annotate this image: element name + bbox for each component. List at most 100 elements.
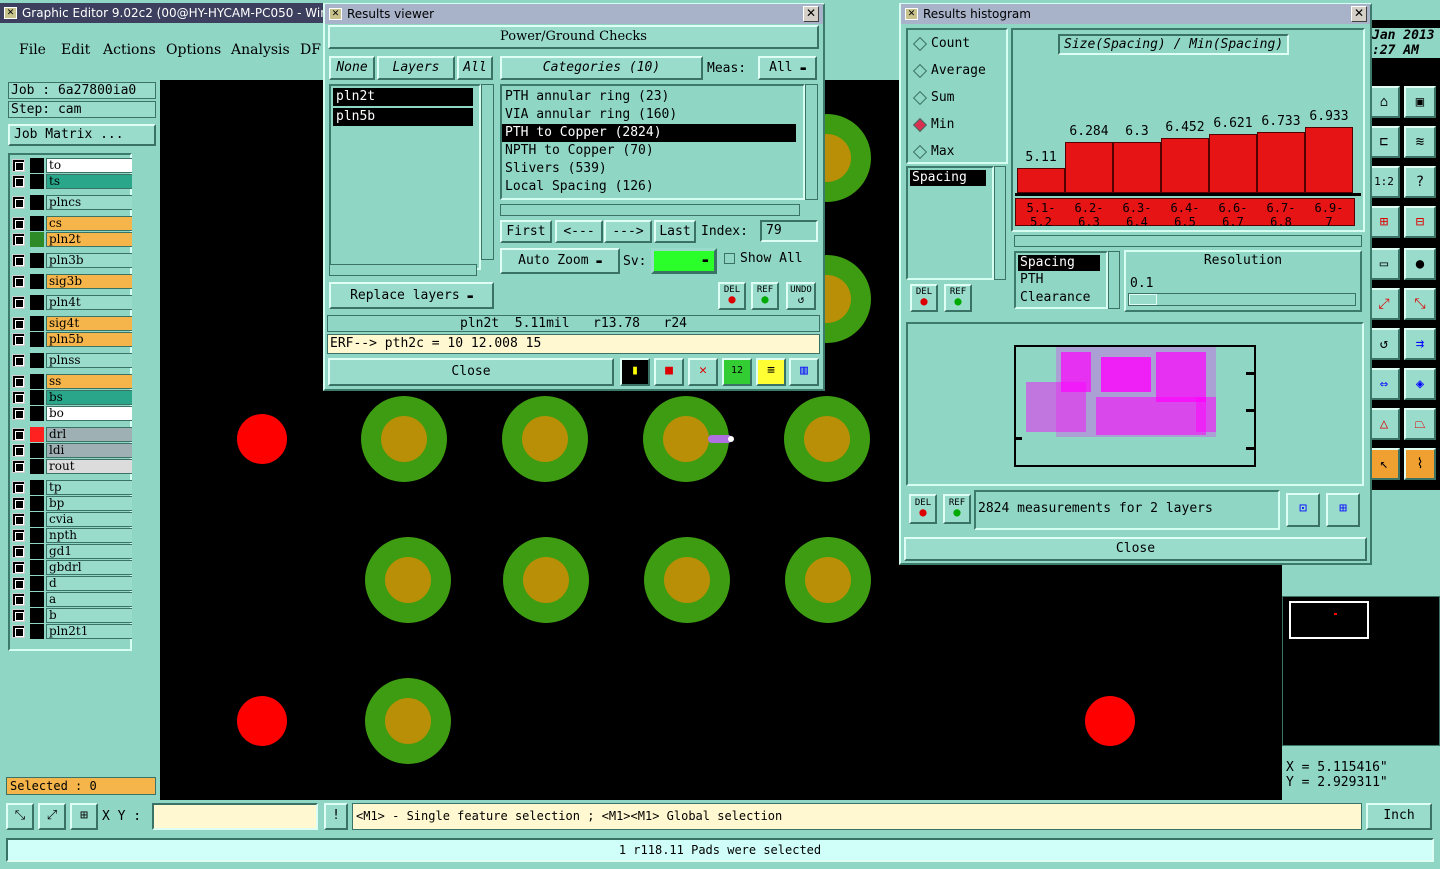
all-button[interactable]: All xyxy=(457,56,493,80)
move-icon[interactable]: ⇔ xyxy=(1368,368,1400,400)
layer-checkbox[interactable] xyxy=(12,275,25,288)
job-matrix-button[interactable]: Job Matrix ... xyxy=(8,124,156,146)
pointer-icon[interactable]: ↖ xyxy=(1368,448,1400,480)
layer-checkbox[interactable] xyxy=(12,354,25,367)
layer-name[interactable]: drl xyxy=(46,427,140,442)
layer-checkbox[interactable] xyxy=(12,593,25,606)
highlight-icon[interactable]: ■ xyxy=(654,358,684,386)
layer-checkbox[interactable] xyxy=(12,497,25,510)
layer-name[interactable]: d xyxy=(46,576,140,591)
histogram-bar[interactable] xyxy=(1209,134,1257,193)
none-button[interactable]: None xyxy=(329,56,375,80)
layers-button[interactable]: Layers xyxy=(377,56,455,80)
last-button[interactable]: Last xyxy=(654,220,696,243)
scale-icon[interactable]: 1:2 xyxy=(1368,166,1400,198)
show-all-checkbox[interactable] xyxy=(724,253,735,264)
first-button[interactable]: First xyxy=(500,220,552,243)
layer-checkbox[interactable] xyxy=(12,175,25,188)
layer-name[interactable]: bp xyxy=(46,496,140,511)
layer-checkbox[interactable] xyxy=(12,444,25,457)
results-close-button[interactable]: Close xyxy=(328,358,614,386)
categories-button[interactable]: Categories (10) xyxy=(500,56,703,80)
pattern-icon[interactable]: ⊏ xyxy=(1368,126,1400,158)
zoom-select-icon[interactable]: ⊞ xyxy=(1326,493,1360,527)
del-button[interactable]: DEL ● xyxy=(718,282,746,310)
units-button[interactable]: Inch xyxy=(1366,803,1432,830)
layer-name[interactable]: pln2t xyxy=(46,232,140,247)
flip-icon[interactable]: ⇉ xyxy=(1404,328,1436,360)
layer-checkbox[interactable] xyxy=(12,577,25,590)
histogram-bar[interactable] xyxy=(1257,132,1305,193)
layer-checkbox[interactable] xyxy=(12,217,25,230)
layer-name[interactable]: gbdrl xyxy=(46,560,140,575)
histogram-bar[interactable] xyxy=(1113,142,1161,193)
category-item[interactable]: VIA annular ring (160) xyxy=(502,106,803,124)
histogram-bar[interactable] xyxy=(1065,142,1113,193)
list-item[interactable]: Spacing xyxy=(910,170,986,186)
compare-icon[interactable]: 12 xyxy=(722,358,752,386)
index-input[interactable]: 79 xyxy=(760,220,818,242)
layer-checkbox[interactable] xyxy=(12,375,25,388)
category-item[interactable]: NPTH to Copper (70) xyxy=(502,142,803,160)
layer-list-hscroll[interactable] xyxy=(329,264,477,276)
ruler-icon[interactable]: ▭ xyxy=(1368,248,1400,280)
resolution-slider[interactable] xyxy=(1128,293,1356,306)
notes-icon[interactable]: ≡ xyxy=(756,358,786,386)
connect2-icon[interactable]: ⤡ xyxy=(1404,288,1436,320)
power-ground-header[interactable]: Power/Ground Checks xyxy=(328,25,819,49)
histogram-close-button[interactable]: Close xyxy=(904,537,1367,561)
layer-checkbox[interactable] xyxy=(12,233,25,246)
clear-icon[interactable]: ✕ xyxy=(688,358,718,386)
layer-checkbox[interactable] xyxy=(12,254,25,267)
layer-name[interactable]: b xyxy=(46,608,140,623)
histogram-icon[interactable]: ▥ xyxy=(789,358,819,386)
histogram-titlebar[interactable]: ✕ Results histogram ✕ xyxy=(901,4,1370,24)
layer-name[interactable]: pln3b xyxy=(46,253,140,268)
grid-icon[interactable]: ⊞ xyxy=(70,803,98,830)
results-viewer-titlebar[interactable]: ✕ Results viewer ✕ xyxy=(325,4,823,24)
layer-name[interactable]: bo xyxy=(46,406,140,421)
drill-pad[interactable] xyxy=(237,414,287,464)
zoom-fit-icon[interactable]: ⊡ xyxy=(1286,493,1320,527)
hist-ref-button[interactable]: REF ● xyxy=(944,284,972,312)
layer-name[interactable]: cvia xyxy=(46,512,140,527)
category-item[interactable]: Local Spacing (126) xyxy=(502,178,803,196)
group-icon[interactable]: ◈ xyxy=(1404,368,1436,400)
snap2-icon[interactable]: ⤢ xyxy=(38,803,66,830)
layer-name[interactable]: pln2t1 xyxy=(46,624,140,639)
layer-name[interactable]: tp xyxy=(46,480,140,495)
main-titlebar[interactable]: ✕ Graphic Editor 9.02c2 (00@HY-HYCAM-PC0… xyxy=(0,3,326,23)
layer-name[interactable]: sig3b xyxy=(46,274,140,289)
layer-list-vscroll[interactable] xyxy=(481,84,494,260)
category-item-selected[interactable]: PTH to Copper (2824) xyxy=(502,124,796,142)
layer-checkbox[interactable] xyxy=(12,296,25,309)
menu-edit[interactable]: Edit xyxy=(61,42,90,58)
help-icon[interactable]: ? xyxy=(1404,166,1436,198)
layer-name[interactable]: bs xyxy=(46,390,140,405)
histogram-bar[interactable] xyxy=(1305,127,1353,193)
menu-actions[interactable]: Actions xyxy=(103,42,156,58)
drill-pad[interactable] xyxy=(237,696,287,746)
auto-zoom-select[interactable]: Auto Zoom ▬ xyxy=(500,248,620,274)
type-item[interactable]: Spacing xyxy=(1018,255,1100,271)
layer-checkbox[interactable] xyxy=(12,317,25,330)
type-list-vscroll[interactable] xyxy=(1108,251,1120,309)
window-icon[interactable]: ▣ xyxy=(1404,86,1436,118)
histogram-bar[interactable] xyxy=(1161,138,1209,193)
layer-name[interactable]: ss xyxy=(46,374,140,389)
list-item[interactable]: pln5b xyxy=(333,108,473,126)
layer-name[interactable]: plncs xyxy=(46,195,140,210)
type-item[interactable]: Clearance xyxy=(1016,289,1106,307)
measure-list[interactable]: Spacing xyxy=(906,166,994,280)
layer-name[interactable]: cs xyxy=(46,216,140,231)
layer-name[interactable]: a xyxy=(46,592,140,607)
angle-icon[interactable]: △ xyxy=(1368,408,1400,440)
layer-checkbox[interactable] xyxy=(12,460,25,473)
alert-icon[interactable]: ! xyxy=(324,803,348,830)
type-item[interactable]: PTH xyxy=(1016,271,1106,289)
resolution-slider-thumb[interactable] xyxy=(1129,294,1157,305)
categories-vscroll[interactable] xyxy=(805,84,818,200)
switch-icon[interactable]: ≋ xyxy=(1404,126,1436,158)
layer-checkbox[interactable] xyxy=(12,407,25,420)
layer-name[interactable]: pln4t xyxy=(46,295,140,310)
